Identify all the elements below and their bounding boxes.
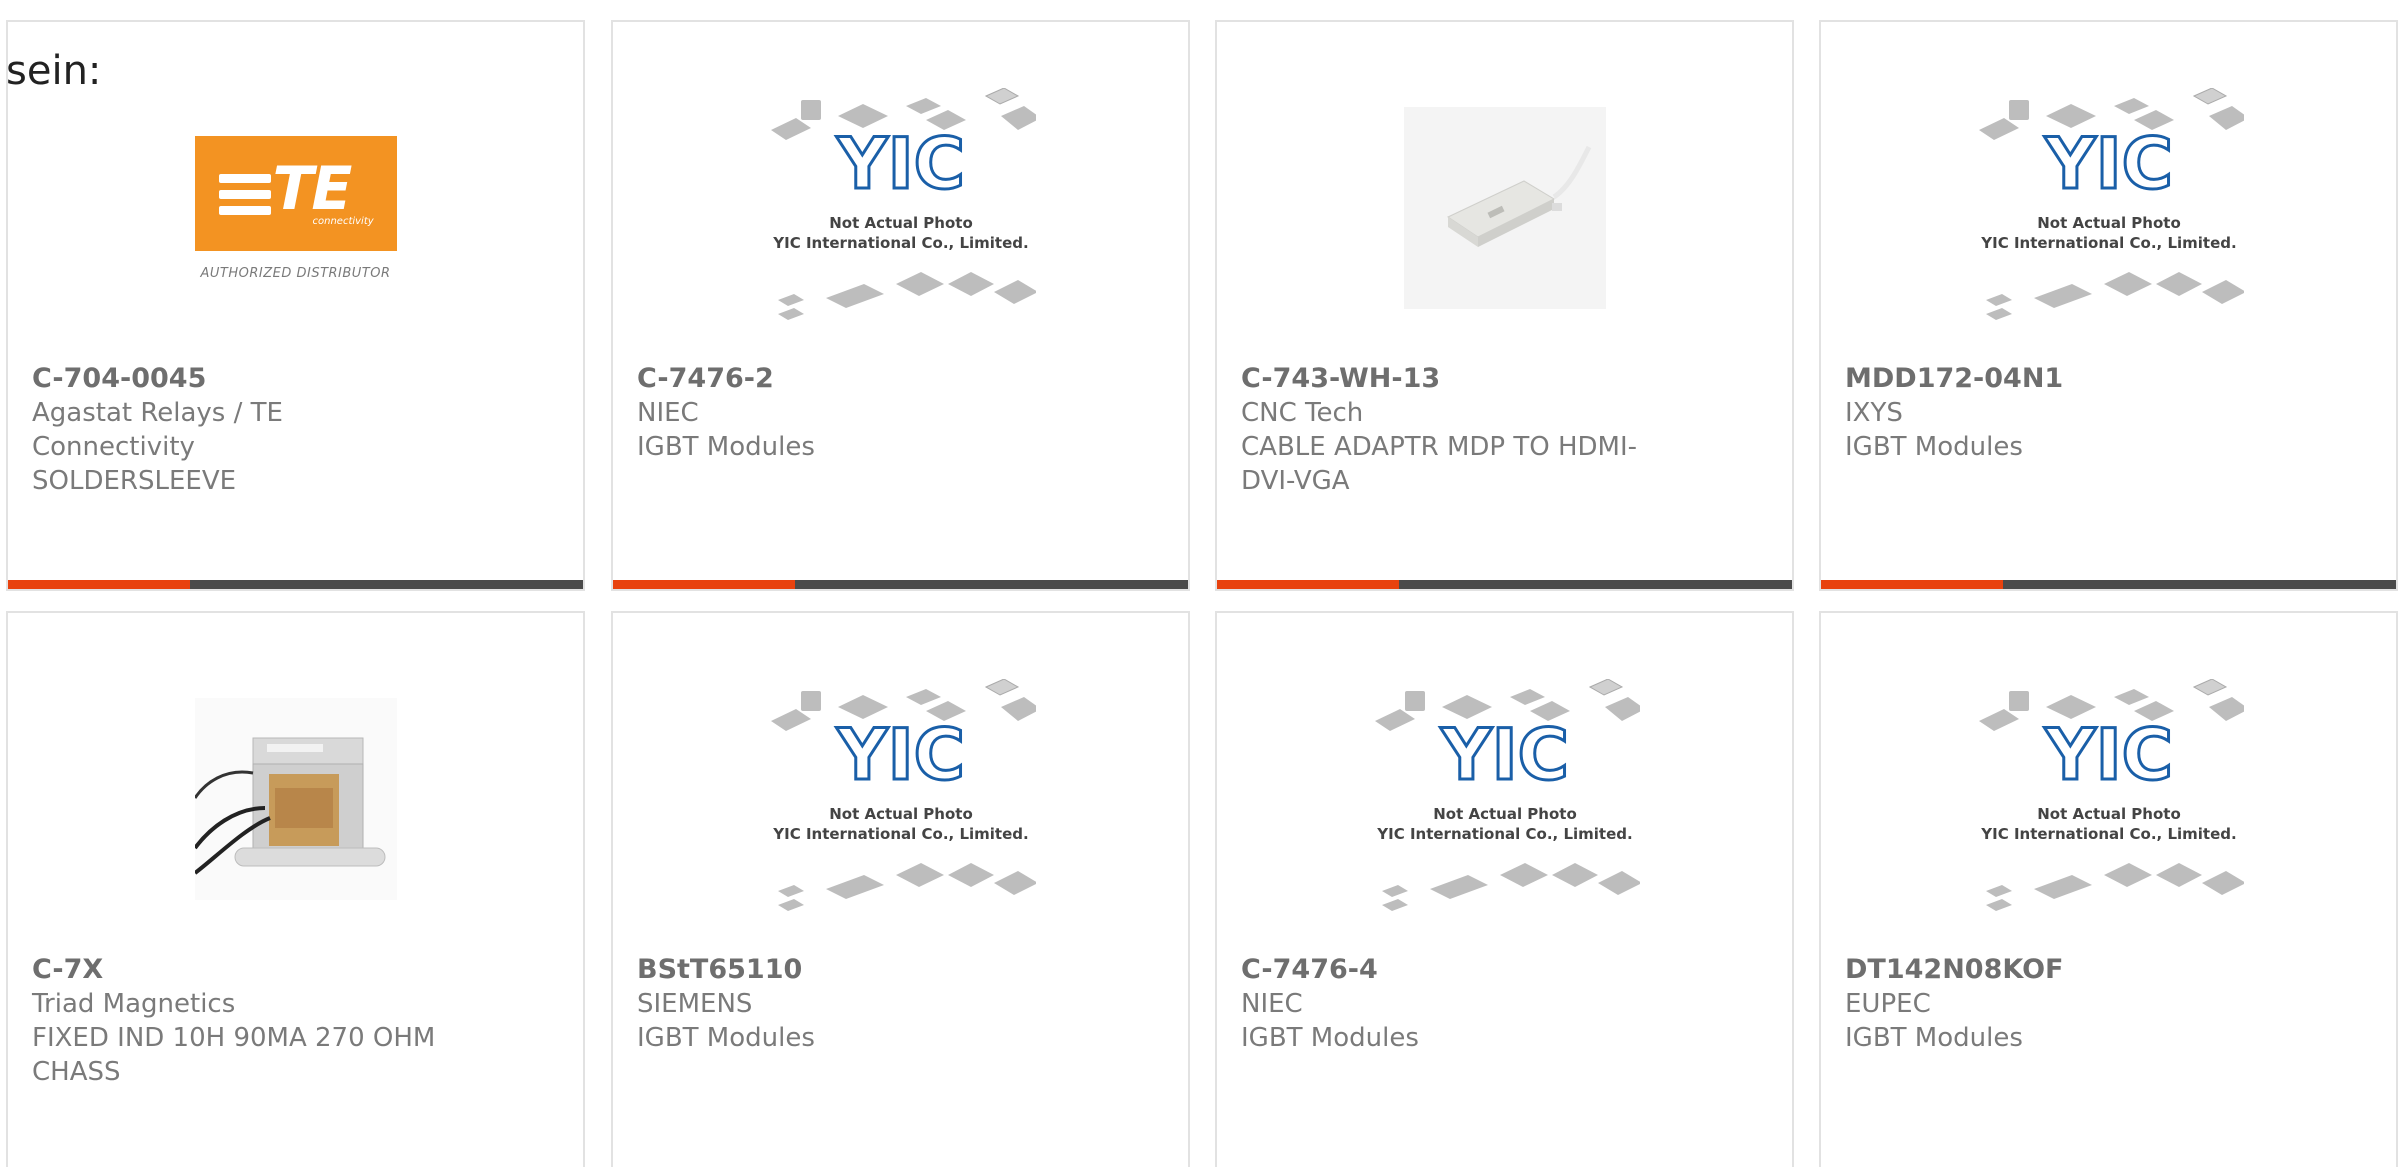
- cable-adapter-photo: [1403, 107, 1606, 309]
- description: IGBT Modules: [1241, 1023, 1419, 1053]
- description-line: CABLE ADAPTR MDP TO HDMI-: [1241, 432, 1638, 462]
- te-logo-sub: connectivity: [312, 215, 374, 227]
- product-image[interactable]: YIC Not Actual Photo YIC International C…: [613, 88, 1188, 328]
- part-number[interactable]: C-7X: [32, 953, 452, 987]
- manufacturer: SIEMENS: [637, 989, 753, 1019]
- description: SOLDERSLEEVE: [32, 466, 237, 496]
- part-number[interactable]: DT142N08KOF: [1845, 953, 2265, 987]
- yic-line2: YIC International Co., Limited.: [1376, 825, 1632, 843]
- te-logo-letters: TE: [272, 153, 353, 224]
- product-card[interactable]: YIC Not Actual Photo YIC International C…: [1215, 611, 1794, 1167]
- yic-placeholder-image: YIC Not Actual Photo YIC International C…: [1978, 88, 2244, 320]
- product-info: C-7476-2 NIEC IGBT Modules: [637, 362, 1057, 464]
- card-accent-bar: [613, 580, 1188, 589]
- product-image[interactable]: YIC Not Actual Photo YIC International C…: [1821, 88, 2396, 328]
- product-info: BStT65110 SIEMENS IGBT Modules: [637, 953, 1057, 1055]
- yic-line1: Not Actual Photo: [829, 214, 973, 232]
- inductor-photo: [194, 698, 397, 900]
- product-image[interactable]: [1217, 88, 1792, 328]
- part-number[interactable]: C-7476-2: [637, 362, 1057, 396]
- yic-logo-text: YIC: [835, 714, 964, 796]
- card-accent-bar: [1821, 580, 2396, 589]
- description: IGBT Modules: [637, 432, 815, 462]
- yic-placeholder-image: YIC Not Actual Photo YIC International C…: [770, 88, 1036, 320]
- description-line: FIXED IND 10H 90MA 270 OHM: [32, 1023, 436, 1053]
- product-card[interactable]: YIC Not Actual Photo YIC International C…: [1819, 611, 2398, 1167]
- manufacturer: NIEC: [1241, 989, 1303, 1019]
- yic-placeholder-image: YIC Not Actual Photo YIC International C…: [1978, 679, 2244, 911]
- product-info: C-7X Triad Magnetics FIXED IND 10H 90MA …: [32, 953, 452, 1089]
- product-card[interactable]: YIC Not Actual Photo YIC International C…: [611, 20, 1190, 591]
- yic-line1: Not Actual Photo: [1433, 805, 1577, 823]
- manufacturer: EUPEC: [1845, 989, 1931, 1019]
- part-number[interactable]: BStT65110: [637, 953, 1057, 987]
- yic-placeholder-image: YIC Not Actual Photo YIC International C…: [1374, 679, 1640, 911]
- card-accent-bar: [8, 580, 583, 589]
- yic-line2: YIC International Co., Limited.: [1980, 234, 2236, 252]
- description-line: CHASS: [32, 1057, 121, 1087]
- product-grid: TE connectivity AUTHORIZED DISTRIBUTOR C…: [0, 0, 2400, 1167]
- product-info: MDD172-04N1 IXYS IGBT Modules: [1845, 362, 2265, 464]
- yic-logo-text: YIC: [835, 123, 964, 205]
- product-card[interactable]: C-743-WH-13 CNC Tech CABLE ADAPTR MDP TO…: [1215, 20, 1794, 591]
- intro-text: sein:: [6, 48, 102, 94]
- product-info: C-7476-4 NIEC IGBT Modules: [1241, 953, 1661, 1055]
- yic-logo-text: YIC: [1439, 714, 1568, 796]
- yic-line2: YIC International Co., Limited.: [772, 825, 1028, 843]
- description: IGBT Modules: [637, 1023, 815, 1053]
- te-connectivity-logo: TE connectivity: [194, 135, 397, 251]
- yic-line2: YIC International Co., Limited.: [772, 234, 1028, 252]
- product-info: C-704-0045 Agastat Relays / TE Connectiv…: [32, 362, 452, 498]
- yic-line1: Not Actual Photo: [2037, 214, 2181, 232]
- product-card[interactable]: YIC Not Actual Photo YIC International C…: [1819, 20, 2398, 591]
- te-logo-caption: AUTHORIZED DISTRIBUTOR: [200, 266, 391, 281]
- product-image[interactable]: YIC Not Actual Photo YIC International C…: [1821, 679, 2396, 919]
- product-info: DT142N08KOF EUPEC IGBT Modules: [1845, 953, 2265, 1055]
- description: IGBT Modules: [1845, 1023, 2023, 1053]
- product-image[interactable]: YIC Not Actual Photo YIC International C…: [613, 679, 1188, 919]
- part-number[interactable]: C-7476-4: [1241, 953, 1661, 987]
- yic-logo-text: YIC: [2043, 123, 2172, 205]
- manufacturer: CNC Tech: [1241, 398, 1364, 428]
- description-line: DVI-VGA: [1241, 466, 1350, 496]
- card-accent-bar: [1217, 580, 1792, 589]
- product-image[interactable]: [8, 679, 583, 919]
- product-image[interactable]: YIC Not Actual Photo YIC International C…: [1217, 679, 1792, 919]
- yic-logo-text: YIC: [2043, 714, 2172, 796]
- yic-placeholder-image: YIC Not Actual Photo YIC International C…: [770, 679, 1036, 911]
- product-info: C-743-WH-13 CNC Tech CABLE ADAPTR MDP TO…: [1241, 362, 1661, 498]
- manufacturer: NIEC: [637, 398, 699, 428]
- manufacturer: IXYS: [1845, 398, 1903, 428]
- product-image[interactable]: TE connectivity AUTHORIZED DISTRIBUTOR: [8, 88, 583, 328]
- manufacturer: Triad Magnetics: [32, 989, 236, 1019]
- part-number[interactable]: C-704-0045: [32, 362, 452, 396]
- manufacturer: Agastat Relays / TE Connectivity: [32, 398, 283, 462]
- part-number[interactable]: MDD172-04N1: [1845, 362, 2265, 396]
- yic-line2: YIC International Co., Limited.: [1980, 825, 2236, 843]
- yic-line1: Not Actual Photo: [2037, 805, 2181, 823]
- part-number[interactable]: C-743-WH-13: [1241, 362, 1661, 396]
- product-card[interactable]: TE connectivity AUTHORIZED DISTRIBUTOR C…: [6, 20, 585, 591]
- description: IGBT Modules: [1845, 432, 2023, 462]
- yic-line1: Not Actual Photo: [829, 805, 973, 823]
- product-card[interactable]: C-7X Triad Magnetics FIXED IND 10H 90MA …: [6, 611, 585, 1167]
- product-card[interactable]: YIC Not Actual Photo YIC International C…: [611, 611, 1190, 1167]
